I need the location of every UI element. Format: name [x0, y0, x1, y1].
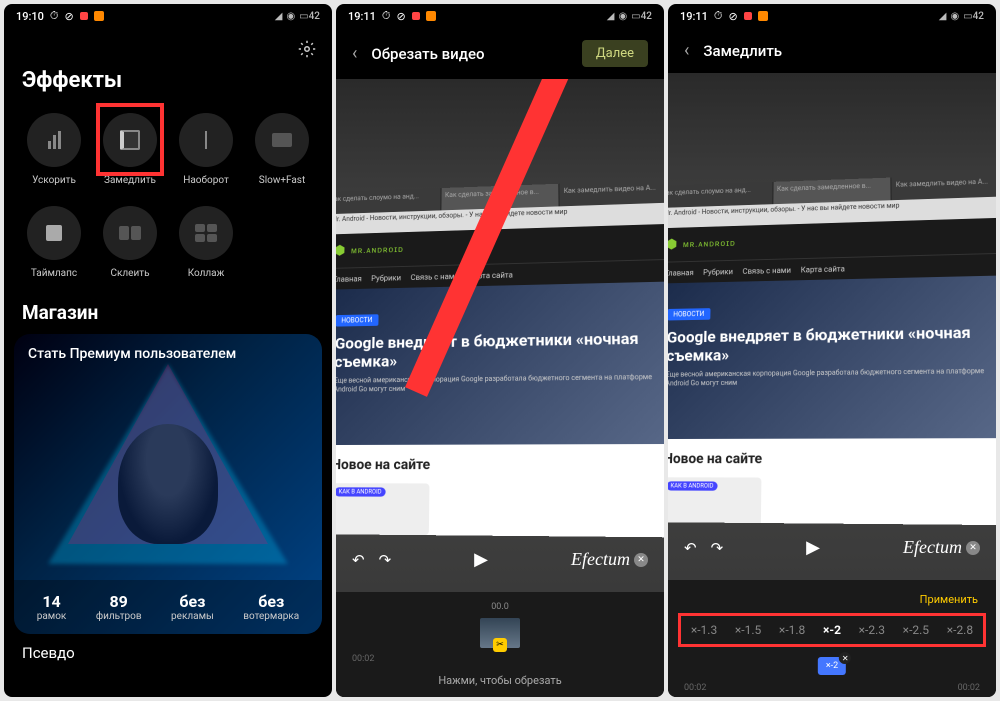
wifi-icon: ◉ [286, 11, 295, 22]
video-header: ‹ Обрезать видео Далее [336, 28, 664, 79]
effect-speedup[interactable]: Ускорить [18, 105, 90, 194]
preview-content: Как сделать слоумо на анд... Как сделать… [336, 179, 664, 537]
signal-icon: ◢ [939, 11, 947, 22]
speed-2.8[interactable]: ×-2.8 [947, 623, 973, 637]
wifi-icon: ◉ [950, 11, 959, 22]
video-header: ‹ Замедлить [668, 28, 996, 73]
trim-marker[interactable]: ✂ [493, 638, 507, 652]
speed-1.5[interactable]: ×-1.5 [735, 623, 761, 637]
time-left: 00:02 [352, 654, 374, 664]
effect-timelapse[interactable]: Таймлапс [18, 198, 90, 287]
trim-controls: 00.0 ✂ 00:02 Нажми, чтобы обрезать [336, 592, 664, 697]
redo-button[interactable]: ↷ [379, 551, 392, 569]
speed-controls: Применить ×-1.3 ×-1.5 ×-1.8 ×-2 ×-2.3 ×-… [668, 580, 996, 697]
app-icon-2 [426, 11, 436, 21]
speed-2.5[interactable]: ×-2.5 [903, 623, 929, 637]
back-button[interactable]: ‹ [352, 43, 357, 64]
effect-reverse[interactable]: Наоборот [170, 105, 242, 194]
screen-effects: 19:10 ⏱ ⊘ ◢ ◉ ▭42 Эффекты Ускорить Замед… [4, 4, 332, 697]
app-icon-1 [744, 12, 752, 20]
wifi-icon: ◉ [618, 11, 627, 22]
video-preview[interactable]: Как сделать слоумо на анд... Как сделать… [668, 73, 996, 580]
effect-merge[interactable]: Склеить [94, 198, 166, 287]
status-time: 19:11 [680, 10, 708, 23]
status-bar: 19:10 ⏱ ⊘ ◢ ◉ ▭42 [4, 4, 332, 28]
pseudo-label: Псевдо [4, 634, 332, 672]
next-button[interactable]: Далее [582, 40, 648, 67]
dnd-icon: ⊘ [397, 10, 406, 23]
timecode-top: 00.0 [344, 602, 656, 612]
alarm-icon: ⏱ [50, 9, 59, 23]
premium-card[interactable]: Стать Премиум пользователем 14рамок 89фи… [14, 334, 322, 634]
app-icon-1 [80, 12, 88, 20]
timeline[interactable]: ×-2 ✕ 00:02 00:02 [676, 657, 988, 697]
slowdown-title: Замедлить [703, 42, 782, 60]
alarm-icon: ⏱ [382, 9, 391, 23]
watermark: Efectum ✕ [571, 549, 648, 570]
dnd-icon: ⊘ [65, 10, 74, 23]
status-time: 19:10 [16, 10, 44, 23]
premium-stats: 14рамок 89фильтров безрекламы безвотерма… [14, 580, 322, 634]
speed-2.3[interactable]: ×-2.3 [859, 623, 885, 637]
alarm-icon: ⏱ [714, 9, 723, 23]
screen-slowdown: 19:11 ⏱ ⊘ ◢ ◉ ▭42 ‹ Замедлить Как сделат… [668, 4, 996, 697]
effect-slowdown[interactable]: Замедлить [94, 105, 166, 194]
settings-icon[interactable] [298, 40, 316, 58]
store-title: Магазин [4, 287, 332, 334]
effect-collage[interactable]: Коллаж [170, 198, 242, 287]
screen-trim: 19:11 ⏱ ⊘ ◢ ◉ ▭42 ‹ Обрезать видео Далее… [336, 4, 664, 697]
video-preview[interactable]: Как сделать слоумо на анд... Как сделать… [336, 79, 664, 592]
status-time: 19:11 [348, 10, 376, 23]
signal-icon: ◢ [275, 11, 283, 22]
trim-hint: Нажми, чтобы обрезать [344, 668, 656, 697]
battery-icon: ▭42 [299, 11, 320, 22]
back-button[interactable]: ‹ [684, 40, 689, 61]
apply-button[interactable]: Применить [920, 593, 978, 606]
battery-icon: ▭42 [631, 11, 652, 22]
speed-1.3[interactable]: ×-1.3 [691, 623, 717, 637]
time-right: 00:02 [958, 683, 980, 693]
speed-1.8[interactable]: ×-1.8 [779, 623, 805, 637]
status-bar: 19:11 ⏱ ⊘ ◢ ◉ ▭42 [336, 4, 664, 28]
status-bar: 19:11 ⏱ ⊘ ◢ ◉ ▭42 [668, 4, 996, 28]
effect-slowfast[interactable]: Slow+Fast [246, 105, 318, 194]
watermark-close[interactable]: ✕ [966, 541, 980, 555]
battery-icon: ▭42 [963, 11, 984, 22]
watermark: Efectum ✕ [903, 537, 980, 558]
speed-selector[interactable]: ×-1.3 ×-1.5 ×-1.8 ×-2 ×-2.3 ×-2.5 ×-2.8 [676, 611, 988, 649]
trim-title: Обрезать видео [371, 45, 484, 63]
effects-grid: Ускорить Замедлить Наоборот Slow+Fast Та… [4, 105, 332, 287]
undo-button[interactable]: ↶ [352, 551, 365, 569]
watermark-close[interactable]: ✕ [634, 553, 648, 567]
app-icon-2 [758, 11, 768, 21]
preview-content: Как сделать слоумо на анд... Как сделать… [668, 173, 996, 525]
app-icon-2 [94, 11, 104, 21]
app-icon-1 [412, 12, 420, 20]
play-button[interactable]: ▶ [474, 549, 488, 570]
play-button[interactable]: ▶ [806, 537, 820, 558]
effects-title: Эффекты [4, 62, 332, 105]
dnd-icon: ⊘ [729, 10, 738, 23]
thumbnail-strip[interactable]: ✂ [344, 618, 656, 648]
speed-marker[interactable]: ×-2 ✕ [818, 657, 846, 675]
signal-icon: ◢ [607, 11, 615, 22]
marker-close[interactable]: ✕ [839, 652, 851, 664]
premium-title: Стать Премиум пользователем [28, 346, 236, 362]
redo-button[interactable]: ↷ [711, 539, 724, 557]
undo-button[interactable]: ↶ [684, 539, 697, 557]
speed-2[interactable]: ×-2 [823, 623, 841, 637]
time-left: 00:02 [684, 683, 706, 693]
